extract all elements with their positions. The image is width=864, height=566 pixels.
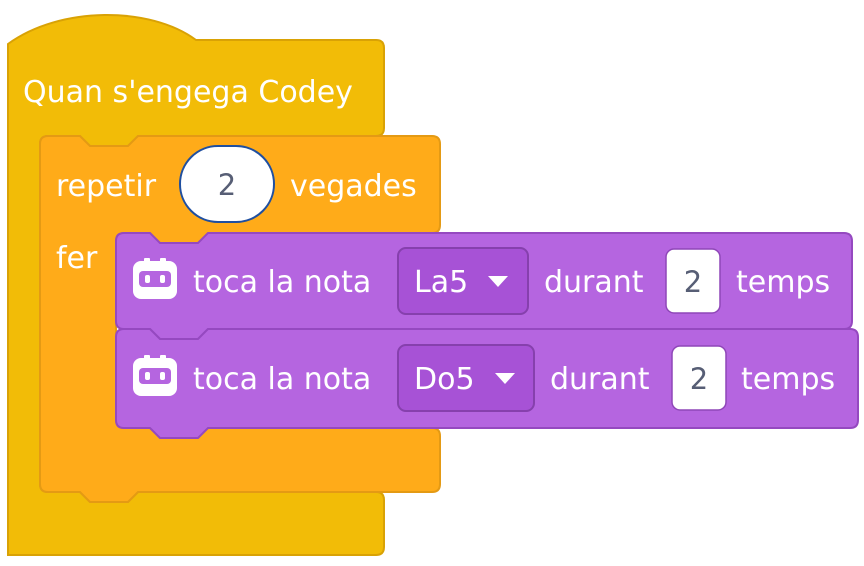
beats-input-1[interactable]: 2	[665, 248, 721, 314]
play-note-block-1[interactable]: toca la nota La5 durant 2 temps	[115, 232, 853, 340]
repeat-label: repetir	[56, 169, 157, 204]
during-label: durant	[544, 265, 644, 300]
block-script: Quan s'engega Codey repetir 2 vegades fe…	[7, 14, 859, 556]
play-note-label: toca la nota	[193, 265, 371, 300]
note-dropdown-1[interactable]: La5	[397, 247, 529, 315]
during-label: durant	[550, 362, 650, 397]
note-dropdown-2[interactable]: Do5	[397, 344, 535, 412]
beats-unit-label: temps	[736, 265, 830, 300]
play-note-block-2[interactable]: toca la nota Do5 durant 2 temps	[115, 328, 859, 439]
note-dropdown-1-value: La5	[414, 265, 468, 300]
beats-unit-label: temps	[741, 362, 835, 397]
codey-robot-icon	[133, 355, 177, 396]
repeat-times-label: vegades	[290, 169, 417, 204]
beats-input-2-value: 2	[690, 362, 708, 396]
repeat-count-input[interactable]: 2	[179, 145, 275, 223]
play-note-label: toca la nota	[193, 362, 371, 397]
beats-input-1-value: 2	[684, 265, 702, 299]
codey-robot-icon	[133, 258, 177, 299]
repeat-count-value: 2	[218, 168, 236, 202]
repeat-do-label: fer	[56, 241, 98, 276]
hat-block-label: Quan s'engega Codey	[23, 75, 353, 110]
script-canvas: Quan s'engega Codey repetir 2 vegades fe…	[0, 0, 864, 561]
note-dropdown-2-value: Do5	[414, 362, 475, 397]
beats-input-2[interactable]: 2	[671, 345, 727, 411]
